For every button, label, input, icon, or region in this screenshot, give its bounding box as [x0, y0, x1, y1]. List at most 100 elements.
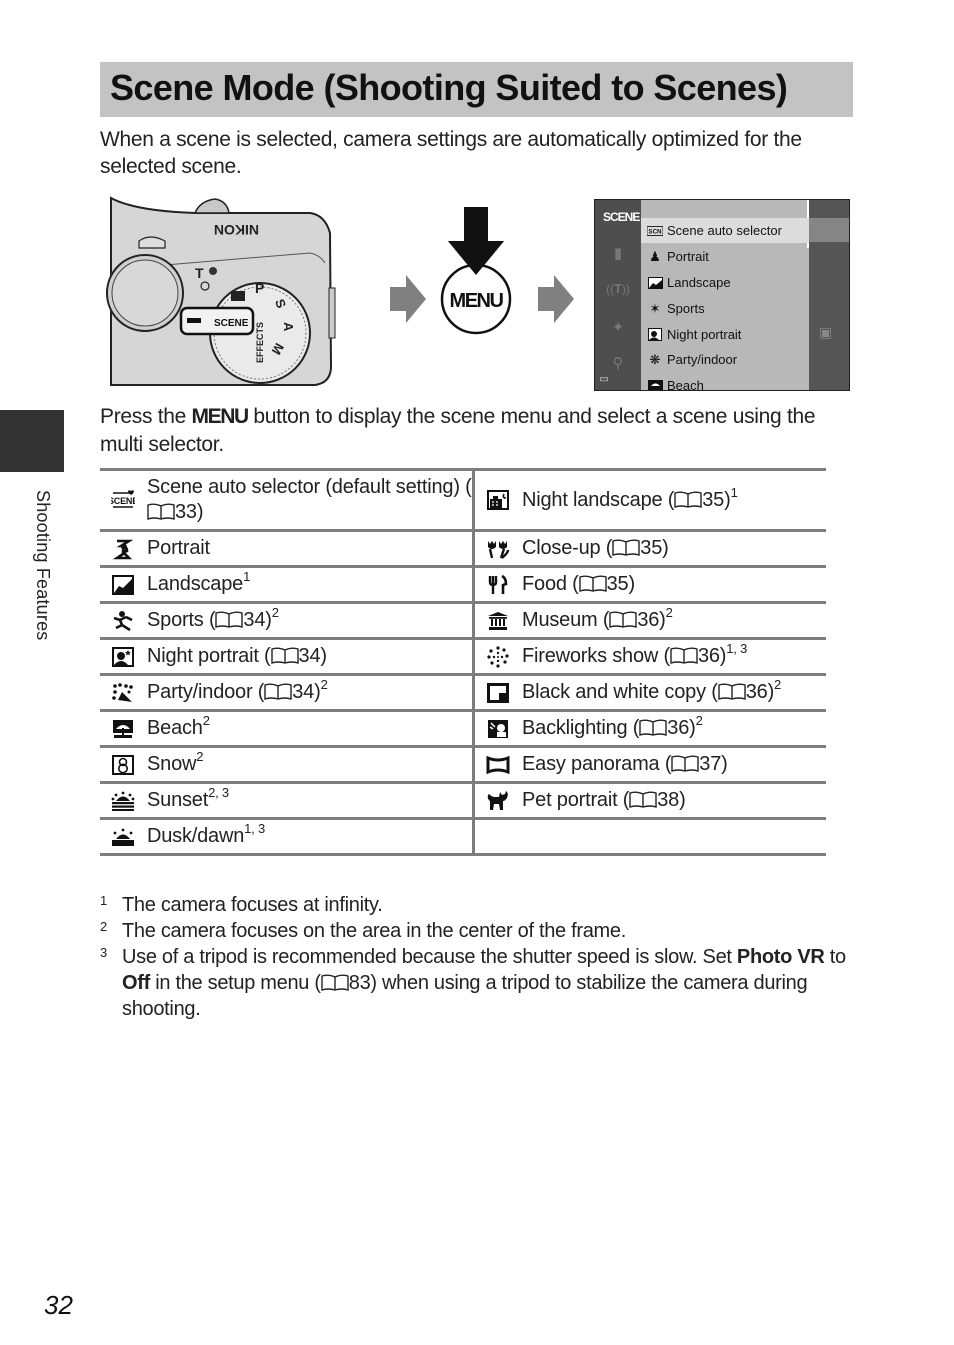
setup-tab-icon: ⚲ — [612, 355, 624, 372]
scene-cell: Night landscape (35)1 — [473, 468, 826, 532]
scene-cell: Easy panorama (37) — [473, 745, 826, 784]
page-ref[interactable]: 83 — [349, 972, 371, 994]
table-row: Sunset2, 3 Pet portrait (38) — [100, 781, 826, 820]
footnote-ref: 2 — [271, 605, 279, 620]
page-ref[interactable]: 34 — [292, 681, 314, 703]
page-ref[interactable]: 36 — [746, 681, 768, 703]
book-ref-icon — [321, 974, 349, 991]
footnote-ref: 2 — [774, 677, 782, 692]
chapter-tab — [0, 410, 64, 472]
scene-label: Easy panorama (37) — [522, 753, 728, 775]
menu-item-label: Night portrait — [667, 327, 742, 342]
page-ref[interactable]: 37 — [699, 753, 721, 775]
page-ref[interactable]: 35 — [607, 573, 629, 595]
table-row: Landscape1 Food (35) — [100, 565, 826, 604]
scene-label: Black and white copy (36)2 — [522, 677, 782, 703]
fireworks-icon — [485, 645, 511, 668]
scene-auto-icon: SCN — [647, 224, 663, 238]
scene-cell: Fireworks show (36)1, 3 — [473, 637, 826, 676]
menu-item-night-portrait[interactable]: Night portrait — [641, 322, 809, 347]
dusk-dawn-icon — [110, 827, 136, 847]
camera-screen: SCENE ▮ ((𝐓)) ✦ ⚲ ▭ SCN Scene auto selec… — [594, 199, 850, 391]
scene-entry: Landscape1 — [100, 569, 472, 597]
scene-entry: Easy panorama (37) — [475, 752, 826, 777]
page-ref[interactable]: 34 — [299, 645, 321, 667]
night-landscape-icon — [485, 490, 511, 510]
menu-label: MENU — [450, 290, 504, 312]
menu-item-portrait[interactable]: ♟ Portrait — [641, 244, 809, 269]
page-ref[interactable]: 35 — [702, 489, 724, 511]
book-ref-icon — [215, 611, 244, 628]
table-row: Portrait Close-up (35) — [100, 529, 826, 568]
portrait-icon: ♟ — [649, 248, 661, 264]
menu-item-beach[interactable]: Beach — [641, 373, 809, 390]
scene-label: Pet portrait (38) — [522, 789, 686, 811]
book-ref-icon — [639, 719, 667, 736]
footnote-ref: 2 — [695, 713, 703, 728]
title-bar: Scene Mode (Shooting Suited to Scenes) — [100, 62, 853, 117]
wireless-tab-icon: ((𝐓)) — [606, 282, 630, 296]
table-row: Dusk/dawn1, 3 — [100, 817, 826, 856]
scene-entry: Night portrait (34) — [100, 644, 472, 669]
page-ref[interactable]: 36 — [667, 717, 689, 739]
footnote-ref: 2, 3 — [208, 785, 229, 800]
svg-text:A: A — [281, 322, 296, 332]
scene-dial-label: SCENE — [214, 318, 249, 329]
night-portrait-icon — [647, 328, 663, 342]
page-ref[interactable]: 34 — [243, 609, 265, 631]
footnotes: 1 The camera focuses at infinity. 2 The … — [100, 892, 860, 1022]
scene-cell: Snow2 — [100, 745, 475, 784]
footnote: 2 The camera focuses on the area in the … — [100, 919, 626, 942]
scene-cell: Beach2 — [100, 709, 475, 748]
menu-item-label: Party/indoor — [667, 352, 738, 367]
off-value: Off — [122, 972, 150, 994]
chapter-label-text: Shooting Features — [33, 490, 53, 641]
menu-item-label: Sports — [667, 301, 705, 316]
movie-tab-icon: ▮ — [613, 245, 623, 262]
menu-item-sports[interactable]: ✶ Sports — [641, 296, 809, 321]
scene-label: Landscape1 — [147, 569, 251, 595]
scene-label: Museum (36)2 — [522, 605, 673, 631]
panorama-icon — [485, 755, 511, 774]
scene-label: Close-up (35) — [522, 537, 669, 559]
scene-cell: Pet portrait (38) — [473, 781, 826, 820]
scene-label: Fireworks show (36)1, 3 — [522, 641, 748, 667]
footnote-ref: 1, 3 — [726, 641, 748, 656]
beach-icon — [110, 719, 136, 739]
page-ref[interactable]: 35 — [640, 537, 662, 559]
scene-entry: Backlighting (36)2 — [475, 713, 826, 741]
arrow-right-icon — [390, 275, 426, 323]
svg-text:SCENE: SCENE — [111, 496, 135, 506]
menu-item-scene-auto[interactable]: SCN Scene auto selector — [641, 218, 809, 243]
bw-copy-icon — [485, 682, 511, 703]
scene-cell: Sports (34)2 — [100, 601, 475, 640]
menu-tabs-column: SCENE ▮ ((𝐓)) ✦ ⚲ ▭ — [595, 200, 641, 390]
footnote: 1 The camera focuses at infinity. — [100, 893, 383, 916]
brand-logo: NIKON — [214, 222, 259, 238]
page-ref[interactable]: 36 — [637, 609, 659, 631]
page-ref[interactable]: 38 — [657, 789, 679, 811]
footnote-ref: 2 — [202, 713, 210, 728]
book-ref-icon — [718, 683, 746, 700]
table-row: Sports (34)2 Museum (36)2 — [100, 601, 826, 640]
book-ref-icon — [612, 539, 640, 556]
book-ref-icon — [609, 611, 638, 628]
page-ref[interactable]: 33 — [175, 501, 197, 523]
camera-illustration: NIKON T P S A M EFFECTS SCENE — [106, 196, 336, 386]
food-icon — [485, 574, 511, 595]
menu-item-party[interactable]: ❋ Party/indoor — [641, 347, 809, 372]
battery-icon: ▭ — [599, 374, 609, 385]
page-title: Scene Mode (Shooting Suited to Scenes) — [110, 67, 788, 108]
scene-entry: Dusk/dawn1, 3 — [100, 821, 472, 849]
table-row: Beach2 Backlighting (36)2 — [100, 709, 826, 748]
press-arrow-icon — [464, 207, 488, 245]
scene-entry: Fireworks show (36)1, 3 — [475, 641, 826, 669]
scene-label: Dusk/dawn1, 3 — [147, 821, 266, 847]
scene-label: Portrait — [147, 537, 210, 559]
camera-mode-icon: ▣ — [819, 324, 833, 340]
arrow-right-icon — [538, 275, 574, 323]
menu-item-landscape[interactable]: Landscape — [641, 270, 809, 295]
book-ref-icon — [629, 791, 657, 808]
page-ref[interactable]: 36 — [698, 645, 720, 667]
menu-button-label: MENU — [191, 405, 250, 428]
